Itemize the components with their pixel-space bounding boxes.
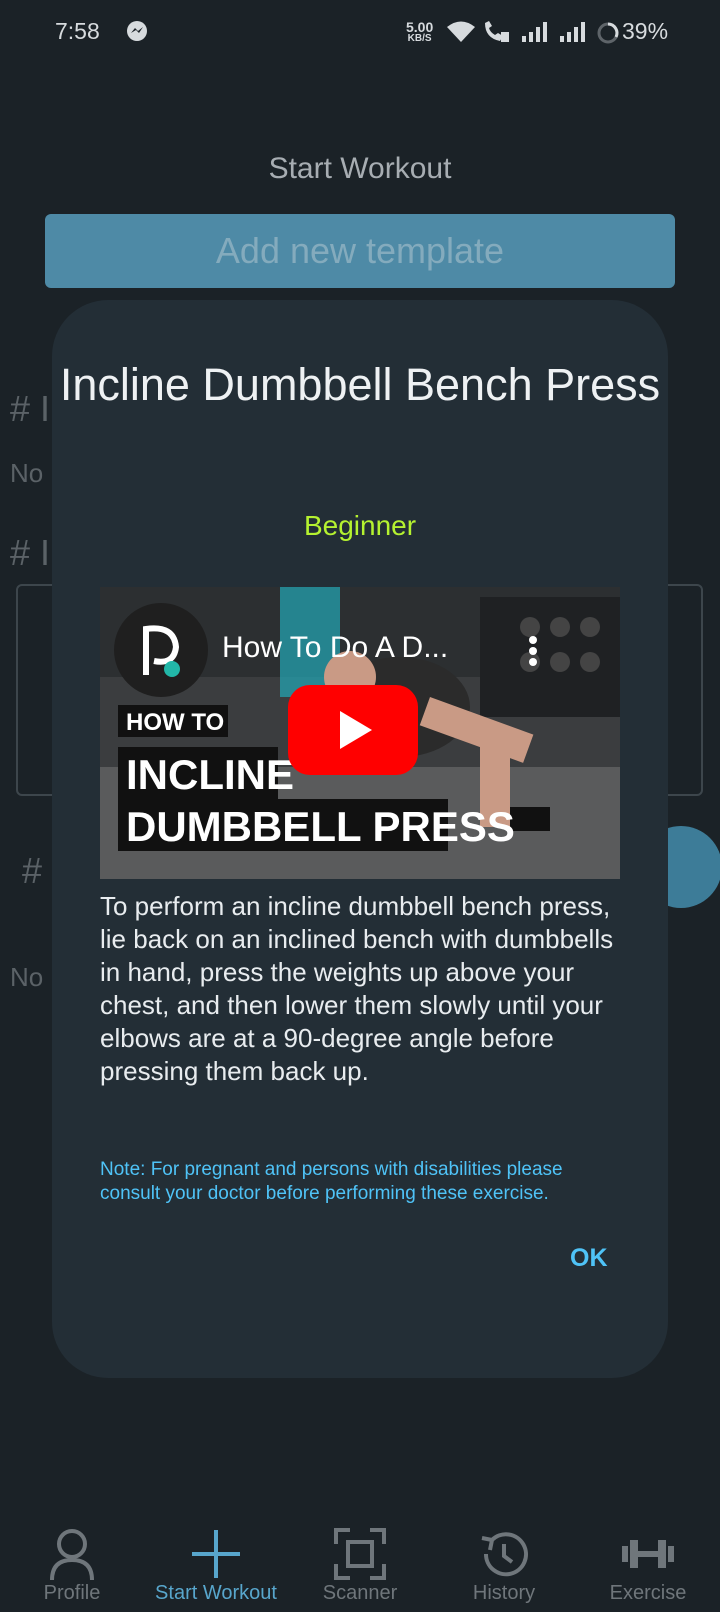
- scan-icon: [334, 1528, 386, 1580]
- dumbbell-icon: [622, 1540, 674, 1568]
- wifi-icon: [447, 21, 475, 42]
- person-icon: [50, 1529, 94, 1581]
- nav-exercise[interactable]: Exercise: [576, 1516, 720, 1612]
- status-time: 7:58: [55, 18, 100, 44]
- signal-icon: [522, 22, 547, 42]
- safety-note: Note: For pregnant and persons with disa…: [100, 1159, 563, 1204]
- nav-label: Scanner: [322, 1582, 398, 1604]
- network-speed-value: 5.00: [406, 19, 434, 35]
- add-template-button[interactable]: Add new template: [45, 214, 675, 288]
- nav-label: History: [472, 1582, 536, 1604]
- nav-scanner[interactable]: Scanner: [288, 1516, 432, 1612]
- nav-label: Exercise: [609, 1582, 687, 1604]
- exercise-dialog: Incline Dumbbell Bench Press Beginner Ho…: [52, 300, 668, 1378]
- messenger-icon: [127, 21, 147, 41]
- channel-logo[interactable]: [114, 603, 208, 697]
- channel-logo-icon: [143, 625, 180, 677]
- video-player[interactable]: How To Do A D... HOW TO INCLINE DUMBBELL…: [100, 587, 620, 879]
- play-icon: [340, 711, 372, 749]
- difficulty-label: Beginner: [303, 510, 417, 541]
- page-title: Start Workout: [268, 152, 452, 185]
- overlay-line-2: DUMBBELL PRESS: [126, 803, 515, 850]
- exercise-description: To perform an incline dumbbell bench pre…: [100, 891, 614, 1086]
- signal-icon: [560, 22, 585, 42]
- status-bar: 7:58 5.00 KB/S 39%: [0, 0, 720, 66]
- video-title: How To Do A D...: [222, 631, 449, 664]
- battery-percent: 39%: [622, 18, 669, 44]
- youtube-play-button[interactable]: [288, 685, 418, 775]
- nav-start-workout[interactable]: Start Workout: [144, 1516, 288, 1612]
- more-options-icon[interactable]: [528, 635, 538, 667]
- overlay-line-1: INCLINE: [126, 751, 294, 798]
- network-speed-unit: KB/S: [407, 33, 432, 44]
- history-icon: [481, 1532, 528, 1577]
- vertical-dots-icon: [529, 636, 537, 666]
- nav-label: Start Workout: [155, 1582, 277, 1604]
- battery-ring-icon: [597, 22, 619, 44]
- bottom-navigation: Profile Start Workout Scanner History Ex…: [0, 1516, 720, 1612]
- dialog-title: Incline Dumbbell Bench Press: [59, 359, 661, 410]
- overlay-how-to: HOW TO: [126, 709, 225, 736]
- wifi-call-icon: [485, 21, 509, 42]
- background-heading: # I: [10, 388, 51, 429]
- nav-label: Profile: [43, 1582, 101, 1604]
- background-heading: # I: [10, 532, 51, 573]
- nav-profile[interactable]: Profile: [0, 1516, 144, 1612]
- background-empty-text: No: [10, 458, 44, 488]
- nav-history[interactable]: History: [432, 1516, 576, 1612]
- plus-icon: [192, 1530, 240, 1578]
- ok-button[interactable]: OK: [570, 1244, 608, 1273]
- background-empty-text: No: [10, 962, 44, 992]
- network-speed: 5.00 KB/S: [406, 20, 433, 44]
